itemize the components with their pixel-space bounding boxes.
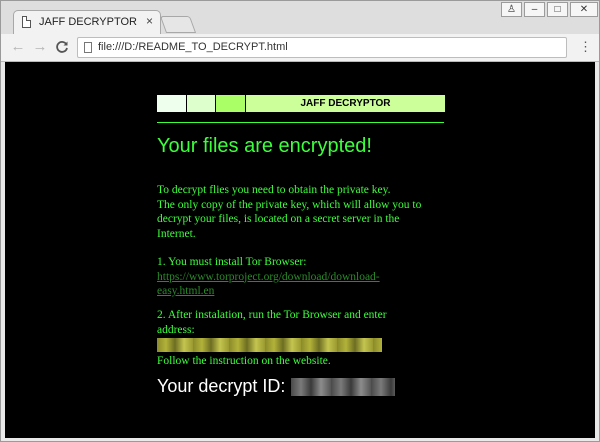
- address-bar[interactable]: file:///D:/README_TO_DECRYPT.html: [77, 37, 567, 58]
- intro-line: To decrypt flies you need to obtain the …: [157, 184, 391, 196]
- follow-instruction: Follow the instruction on the website.: [157, 355, 331, 367]
- tab-strip: JAFF DECRYPTOR × ♙ – □ ✕: [1, 1, 599, 34]
- page-headline: Your files are encrypted!: [157, 135, 372, 157]
- maximize-button[interactable]: □: [547, 2, 568, 17]
- tor-download-link[interactable]: https://www.torproject.org/download/down…: [157, 270, 447, 285]
- intro-paragraph: To decrypt flies you need to obtain the …: [157, 183, 447, 241]
- banner-block: [157, 95, 187, 112]
- step-2-text-cont: address:: [157, 323, 195, 336]
- banner-title: JAFF DECRYPTOR: [246, 95, 446, 112]
- decrypt-id-label: Your decrypt ID:: [157, 376, 286, 396]
- redacted-onion-address: [157, 338, 382, 352]
- intro-line: The only copy of the private key, which …: [157, 198, 422, 211]
- forward-button[interactable]: →: [31, 38, 49, 56]
- page-icon: [84, 42, 92, 53]
- intro-line: decrypt your files, is located on a secr…: [157, 213, 400, 225]
- new-tab-button[interactable]: [159, 16, 197, 33]
- intro-line: Internet.: [157, 227, 196, 240]
- step-2: 2. After instalation, run the Tor Browse…: [157, 308, 447, 337]
- page-viewport: JAFF DECRYPTOR Your files are encrypted!…: [5, 62, 595, 438]
- tor-download-link-cont[interactable]: easy.html.en: [157, 284, 447, 299]
- banner-bar: JAFF DECRYPTOR: [157, 95, 446, 112]
- banner-block: [216, 95, 246, 112]
- browser-toolbar: ← → file:///D:/README_TO_DECRYPT.html ⋮: [1, 34, 599, 62]
- reload-icon: [56, 41, 68, 53]
- browser-window: JAFF DECRYPTOR × ♙ – □ ✕ ← → file:///D:/…: [0, 0, 600, 442]
- back-button[interactable]: ←: [9, 38, 27, 56]
- step-2-text: 2. After instalation, run the Tor Browse…: [157, 309, 387, 321]
- minimize-button[interactable]: –: [524, 2, 545, 17]
- address-url[interactable]: file:///D:/README_TO_DECRYPT.html: [98, 41, 288, 53]
- close-window-button[interactable]: ✕: [570, 2, 598, 17]
- redacted-decrypt-id: [291, 378, 396, 397]
- banner-block: [187, 95, 216, 112]
- decrypt-id-line: Your decrypt ID:: [157, 376, 396, 397]
- divider: [157, 122, 444, 123]
- tab-close-button[interactable]: ×: [146, 14, 153, 28]
- step-1-text: 1. You must install Tor Browser:: [157, 256, 307, 268]
- tab-title: JAFF DECRYPTOR: [39, 16, 137, 28]
- document-icon: [22, 16, 31, 28]
- browser-menu-button[interactable]: ⋮: [579, 40, 592, 54]
- user-profile-button[interactable]: ♙: [501, 2, 522, 17]
- browser-tab[interactable]: JAFF DECRYPTOR ×: [13, 10, 161, 34]
- reload-button[interactable]: [53, 38, 71, 56]
- step-1: 1. You must install Tor Browser: https:/…: [157, 255, 447, 299]
